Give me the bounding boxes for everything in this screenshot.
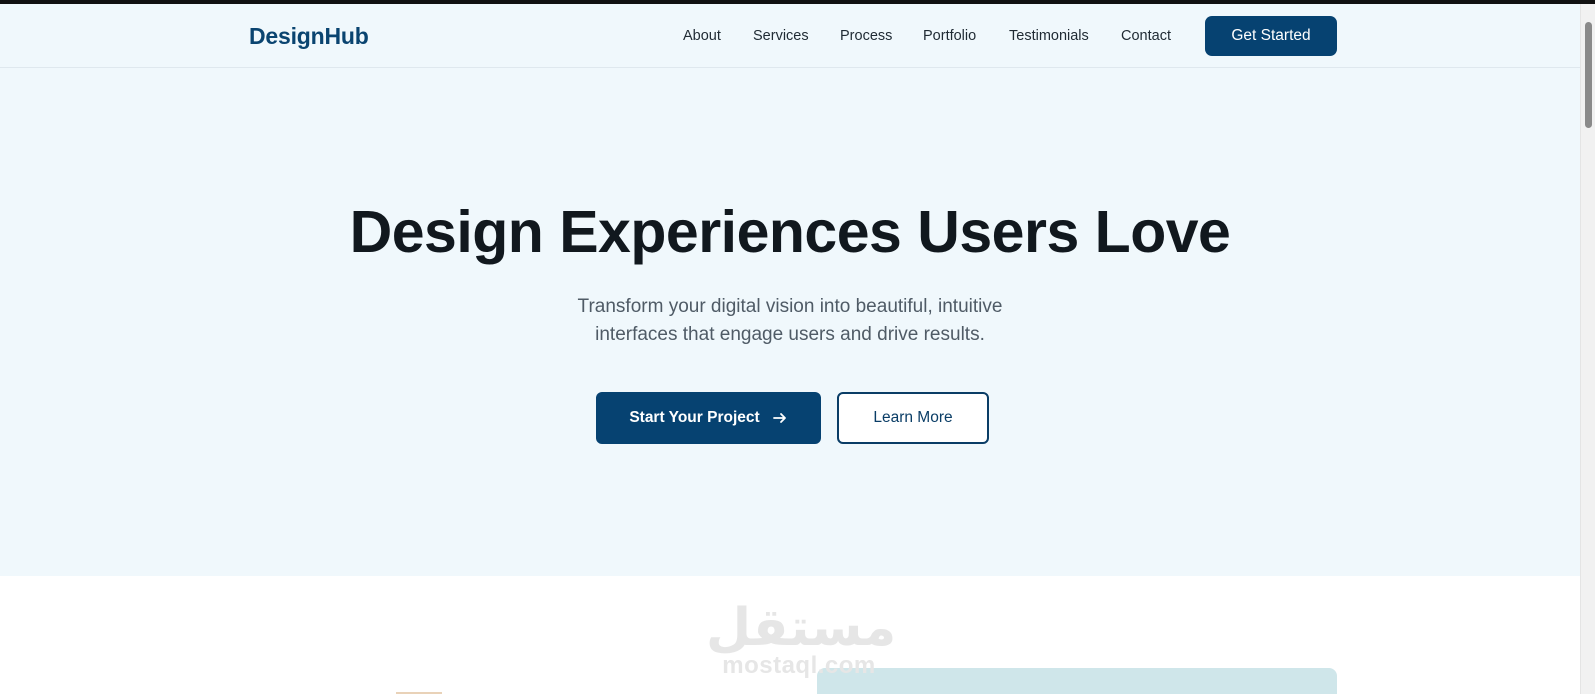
nav-item-testimonials[interactable]: Testimonials: [1009, 28, 1089, 44]
watermark-logo: مستقل: [706, 598, 897, 658]
page-viewport: DesignHub About Services Process Portfol…: [0, 4, 1580, 694]
hero-title: Design Experiences Users Love: [349, 199, 1231, 265]
nav-item-process[interactable]: Process: [840, 28, 892, 44]
nav-item-about[interactable]: About: [683, 28, 721, 44]
nav-item-contact[interactable]: Contact: [1121, 28, 1171, 44]
hero-subtitle-line: Transform your digital vision into beaut…: [577, 296, 1003, 317]
start-your-project-label: Start Your Project: [629, 409, 760, 426]
watermark-text: mostaql.com: [722, 652, 876, 679]
scrollbar-thumb[interactable]: [1585, 22, 1592, 128]
preview-card: [817, 668, 1337, 694]
arrow-right-icon: [772, 410, 788, 426]
hero-section: Design Experiences Users Love Transform …: [0, 68, 1580, 576]
start-your-project-button[interactable]: Start Your Project: [596, 392, 821, 444]
get-started-button[interactable]: Get Started: [1205, 16, 1337, 56]
learn-more-button[interactable]: Learn More: [837, 392, 989, 444]
hero-subtitle: Transform your digital vision into beaut…: [0, 293, 1580, 349]
nav-item-services[interactable]: Services: [753, 28, 809, 44]
site-header: DesignHub About Services Process Portfol…: [0, 4, 1580, 68]
main-nav: About Services Process Portfolio Testimo…: [0, 28, 1580, 48]
hero-subtitle-line: interfaces that engage users and drive r…: [595, 324, 985, 345]
vertical-scrollbar[interactable]: [1580, 4, 1595, 694]
nav-item-portfolio[interactable]: Portfolio: [923, 28, 976, 44]
